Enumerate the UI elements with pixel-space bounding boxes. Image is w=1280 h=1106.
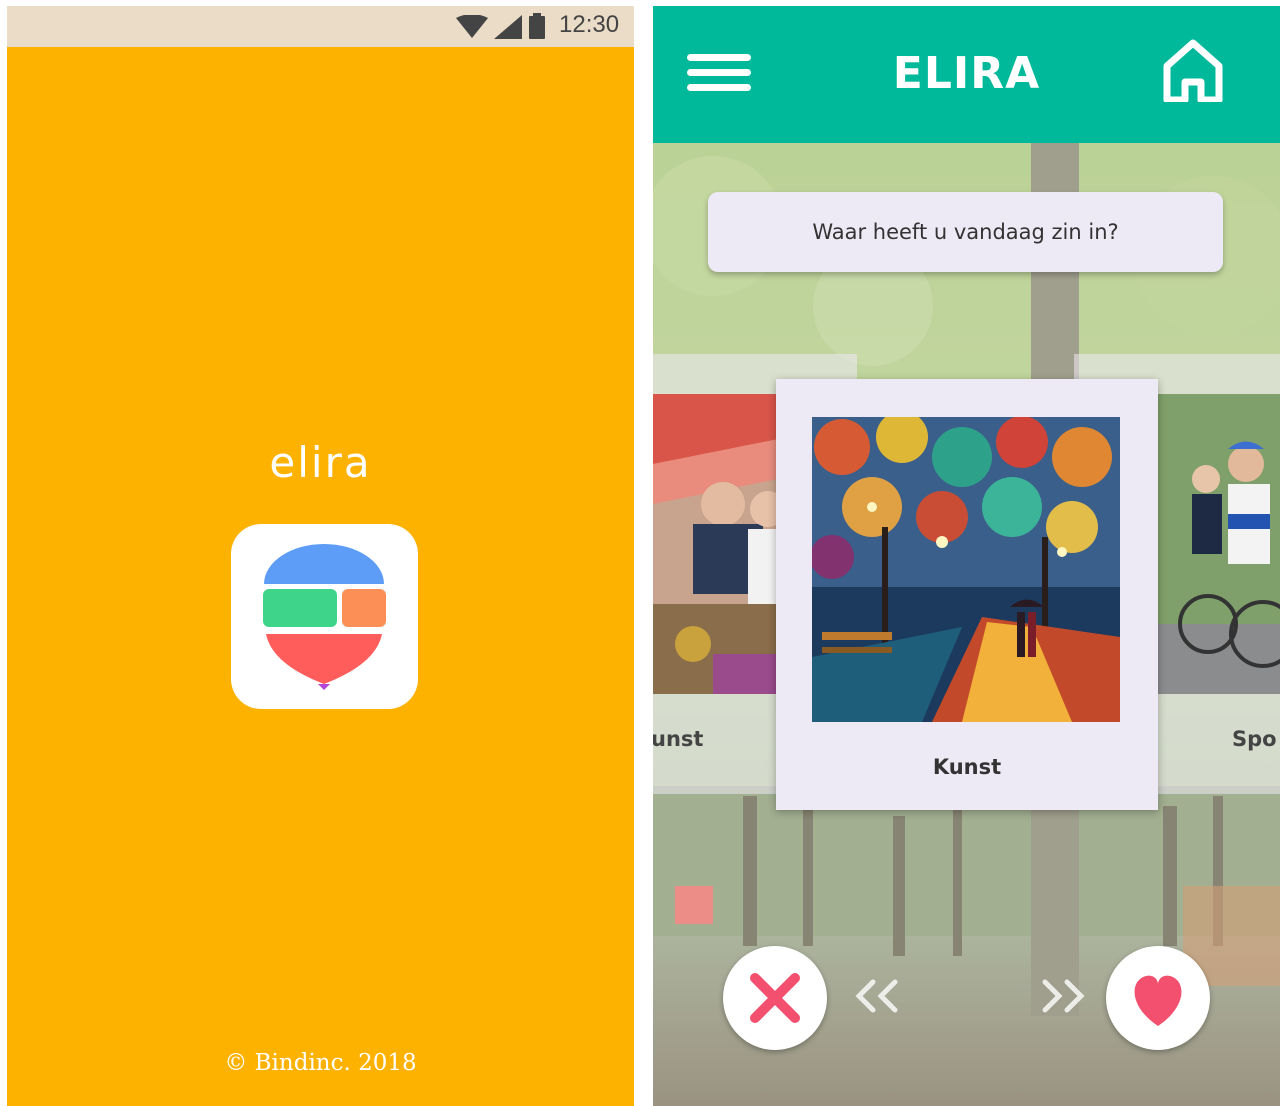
app-header: ELIRA (653, 6, 1280, 143)
swipe-left-hint-icon (855, 979, 898, 1013)
status-time: 12:30 (559, 11, 620, 38)
signal-icon (494, 15, 522, 39)
reject-button[interactable] (723, 946, 827, 1050)
home-icon (1163, 39, 1223, 104)
status-bar: 12:30 (7, 6, 634, 47)
app-logo (231, 524, 418, 709)
copyright-text: © Bindinc. 2018 (224, 1050, 417, 1076)
side-card-next-label: Spo (1232, 727, 1277, 751)
battery-icon (529, 13, 545, 39)
close-icon (750, 973, 800, 1023)
cycling-photo (1158, 394, 1280, 694)
heart-icon (1134, 975, 1182, 1026)
balloon-logo-icon (263, 544, 386, 690)
question-prompt: Waar heeft u vandaag zin in? (708, 192, 1223, 272)
like-button[interactable] (1106, 946, 1210, 1050)
wifi-icon (456, 15, 488, 38)
app-screen: ELIRA Waar heeft u vandaag zin in? unst (653, 6, 1280, 1106)
app-name: elira (269, 438, 372, 487)
side-card-previous-label: unst (653, 727, 704, 751)
category-card[interactable]: Kunst (776, 379, 1158, 810)
art-painting-photo (812, 417, 1120, 722)
category-card-label: Kunst (932, 755, 1002, 779)
swipe-right-hint-icon (1042, 979, 1085, 1013)
splash-screen: 12:30 elira © Bindinc. 2018 (7, 6, 634, 1106)
home-button[interactable] (1161, 38, 1225, 104)
